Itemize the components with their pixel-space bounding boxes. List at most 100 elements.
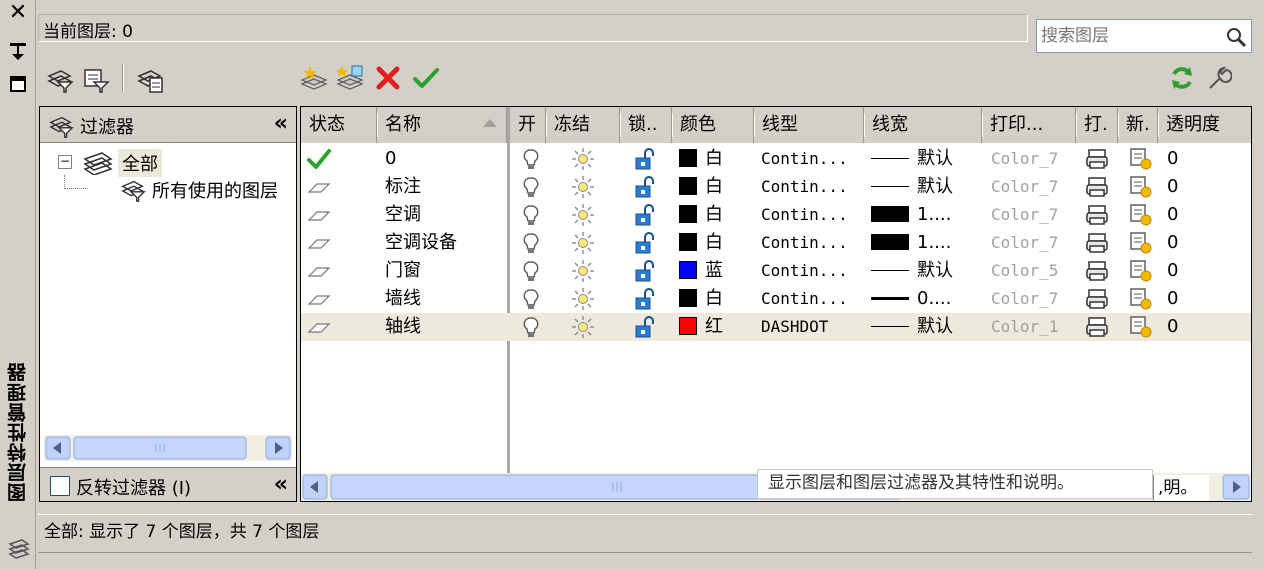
plot-printer-icon[interactable] [1085, 231, 1109, 255]
plot-printer-icon[interactable] [1085, 203, 1109, 227]
filter-horizontal-scrollbar[interactable] [44, 435, 292, 461]
layer-color[interactable]: 白 [679, 229, 753, 257]
new-vp-freeze-icon[interactable] [1129, 315, 1153, 339]
new-vp-freeze-icon[interactable] [1129, 175, 1153, 199]
layer-name[interactable]: 门窗 [385, 257, 505, 285]
column-lineweight[interactable]: 线宽 [864, 107, 983, 143]
layer-unlock-icon[interactable] [633, 315, 657, 339]
layer-on-bulb-icon[interactable] [519, 259, 543, 283]
column-plot[interactable]: 打. [1076, 107, 1119, 143]
layer-name[interactable]: 空调设备 [385, 229, 505, 257]
layer-linetype[interactable]: Contin... [761, 285, 861, 313]
layer-row[interactable]: 空调 白 Contin... 1.... Color_7 0 [301, 201, 1251, 229]
layer-color[interactable]: 白 [679, 145, 753, 173]
layer-lineweight[interactable]: 1.... [871, 201, 981, 229]
collapse-filter-tree-button[interactable]: « [274, 472, 288, 497]
layer-color[interactable]: 白 [679, 285, 753, 313]
layer-on-bulb-icon[interactable] [519, 287, 543, 311]
plot-printer-icon[interactable] [1085, 315, 1109, 339]
layer-linetype[interactable]: Contin... [761, 145, 861, 173]
layer-thaw-sun-icon[interactable] [571, 203, 595, 227]
layer-unlock-icon[interactable] [633, 175, 657, 199]
layer-name[interactable]: 墙线 [385, 285, 505, 313]
tree-node-used-layers[interactable]: 所有使用的图层 [152, 177, 278, 203]
search-icon[interactable] [1225, 26, 1247, 48]
new-vp-freeze-icon[interactable] [1129, 147, 1153, 171]
delete-layer-icon[interactable] [374, 64, 402, 92]
layer-transparency[interactable]: 0 [1167, 201, 1247, 229]
layer-linetype[interactable]: Contin... [761, 229, 861, 257]
layer-transparency[interactable]: 0 [1167, 285, 1247, 313]
layer-lineweight[interactable]: 1.... [871, 229, 981, 257]
search-box[interactable] [1036, 19, 1252, 53]
properties-menu-icon[interactable] [10, 76, 26, 92]
layer-lineweight[interactable]: 0.... [871, 285, 981, 313]
refresh-icon[interactable] [1168, 64, 1196, 92]
column-lock[interactable]: 锁.. [620, 107, 673, 143]
layer-on-bulb-icon[interactable] [519, 175, 543, 199]
layer-lineweight[interactable]: 默认 [871, 173, 981, 201]
layer-row[interactable]: 轴线 红 DASHDOT 默认 Color_1 0 [301, 313, 1251, 341]
layer-color[interactable]: 白 [679, 173, 753, 201]
layer-name[interactable]: 轴线 [385, 313, 505, 341]
plot-printer-icon[interactable] [1085, 147, 1109, 171]
layer-lineweight[interactable]: 默认 [871, 145, 981, 173]
layer-on-bulb-icon[interactable] [519, 231, 543, 255]
column-linetype[interactable]: 线型 [754, 107, 865, 143]
plot-printer-icon[interactable] [1085, 259, 1109, 283]
layer-name[interactable]: 空调 [385, 201, 505, 229]
collapse-filter-tree-button[interactable]: « [274, 111, 288, 136]
layer-row[interactable]: 标注 白 Contin... 默认 Color_7 0 [301, 173, 1251, 201]
layer-color[interactable]: 白 [679, 201, 753, 229]
column-status[interactable]: 状态 [301, 107, 378, 143]
new-vp-freeze-icon[interactable] [1129, 231, 1153, 255]
new-property-filter-icon[interactable] [46, 66, 74, 94]
layer-transparency[interactable]: 0 [1167, 145, 1247, 173]
layer-color[interactable]: 红 [679, 313, 753, 341]
layer-transparency[interactable]: 0 [1167, 229, 1247, 257]
layer-name[interactable]: 0 [385, 145, 505, 173]
set-current-icon[interactable] [412, 64, 440, 92]
column-plotstyle[interactable]: 打印... [982, 107, 1077, 143]
layer-linetype[interactable]: Contin... [761, 257, 861, 285]
new-vp-freeze-icon[interactable] [1129, 259, 1153, 283]
layer-linetype[interactable]: Contin... [761, 173, 861, 201]
invert-filter-label[interactable]: 反转过滤器 (I) [76, 474, 191, 500]
layer-thaw-sun-icon[interactable] [571, 287, 595, 311]
layer-name[interactable]: 标注 [385, 173, 505, 201]
layer-on-bulb-icon[interactable] [519, 147, 543, 171]
tree-collapse-icon[interactable]: − [58, 155, 72, 169]
new-vp-freeze-icon[interactable] [1129, 203, 1153, 227]
new-vp-freeze-icon[interactable] [1129, 287, 1153, 311]
layer-states-manager-icon[interactable] [136, 66, 164, 94]
plot-printer-icon[interactable] [1085, 175, 1109, 199]
layer-on-bulb-icon[interactable] [519, 315, 543, 339]
layer-thaw-sun-icon[interactable] [571, 231, 595, 255]
layer-unlock-icon[interactable] [633, 259, 657, 283]
layer-thaw-sun-icon[interactable] [571, 259, 595, 283]
column-transparency[interactable]: 透明度 [1158, 107, 1251, 143]
settings-icon[interactable] [1204, 64, 1232, 92]
layer-thaw-sun-icon[interactable] [571, 175, 595, 199]
layer-unlock-icon[interactable] [633, 147, 657, 171]
layer-linetype[interactable]: Contin... [761, 201, 861, 229]
layer-row[interactable]: 门窗 蓝 Contin... 默认 Color_5 0 [301, 257, 1251, 285]
layer-linetype[interactable]: DASHDOT [761, 313, 861, 341]
layer-row[interactable]: 墙线 白 Contin... 0.... Color_7 0 [301, 285, 1251, 313]
invert-filter-checkbox[interactable] [50, 476, 70, 496]
layer-on-bulb-icon[interactable] [519, 203, 543, 227]
tree-node-label[interactable]: 全部 [118, 149, 162, 177]
search-input[interactable] [1041, 24, 1211, 48]
column-freeze[interactable]: 冻结 [546, 107, 621, 143]
layer-row[interactable]: 空调设备 白 Contin... 1.... Color_7 0 [301, 229, 1251, 257]
layer-color[interactable]: 蓝 [679, 257, 753, 285]
layer-lineweight[interactable]: 默认 [871, 313, 981, 341]
column-new-vp-freeze[interactable]: 新. [1118, 107, 1159, 143]
layer-thaw-sun-icon[interactable] [571, 147, 595, 171]
layer-transparency[interactable]: 0 [1167, 257, 1247, 285]
auto-hide-icon[interactable] [8, 40, 28, 62]
new-group-filter-icon[interactable] [82, 66, 110, 94]
layer-unlock-icon[interactable] [633, 231, 657, 255]
layer-transparency[interactable]: 0 [1167, 173, 1247, 201]
layer-thaw-sun-icon[interactable] [571, 315, 595, 339]
